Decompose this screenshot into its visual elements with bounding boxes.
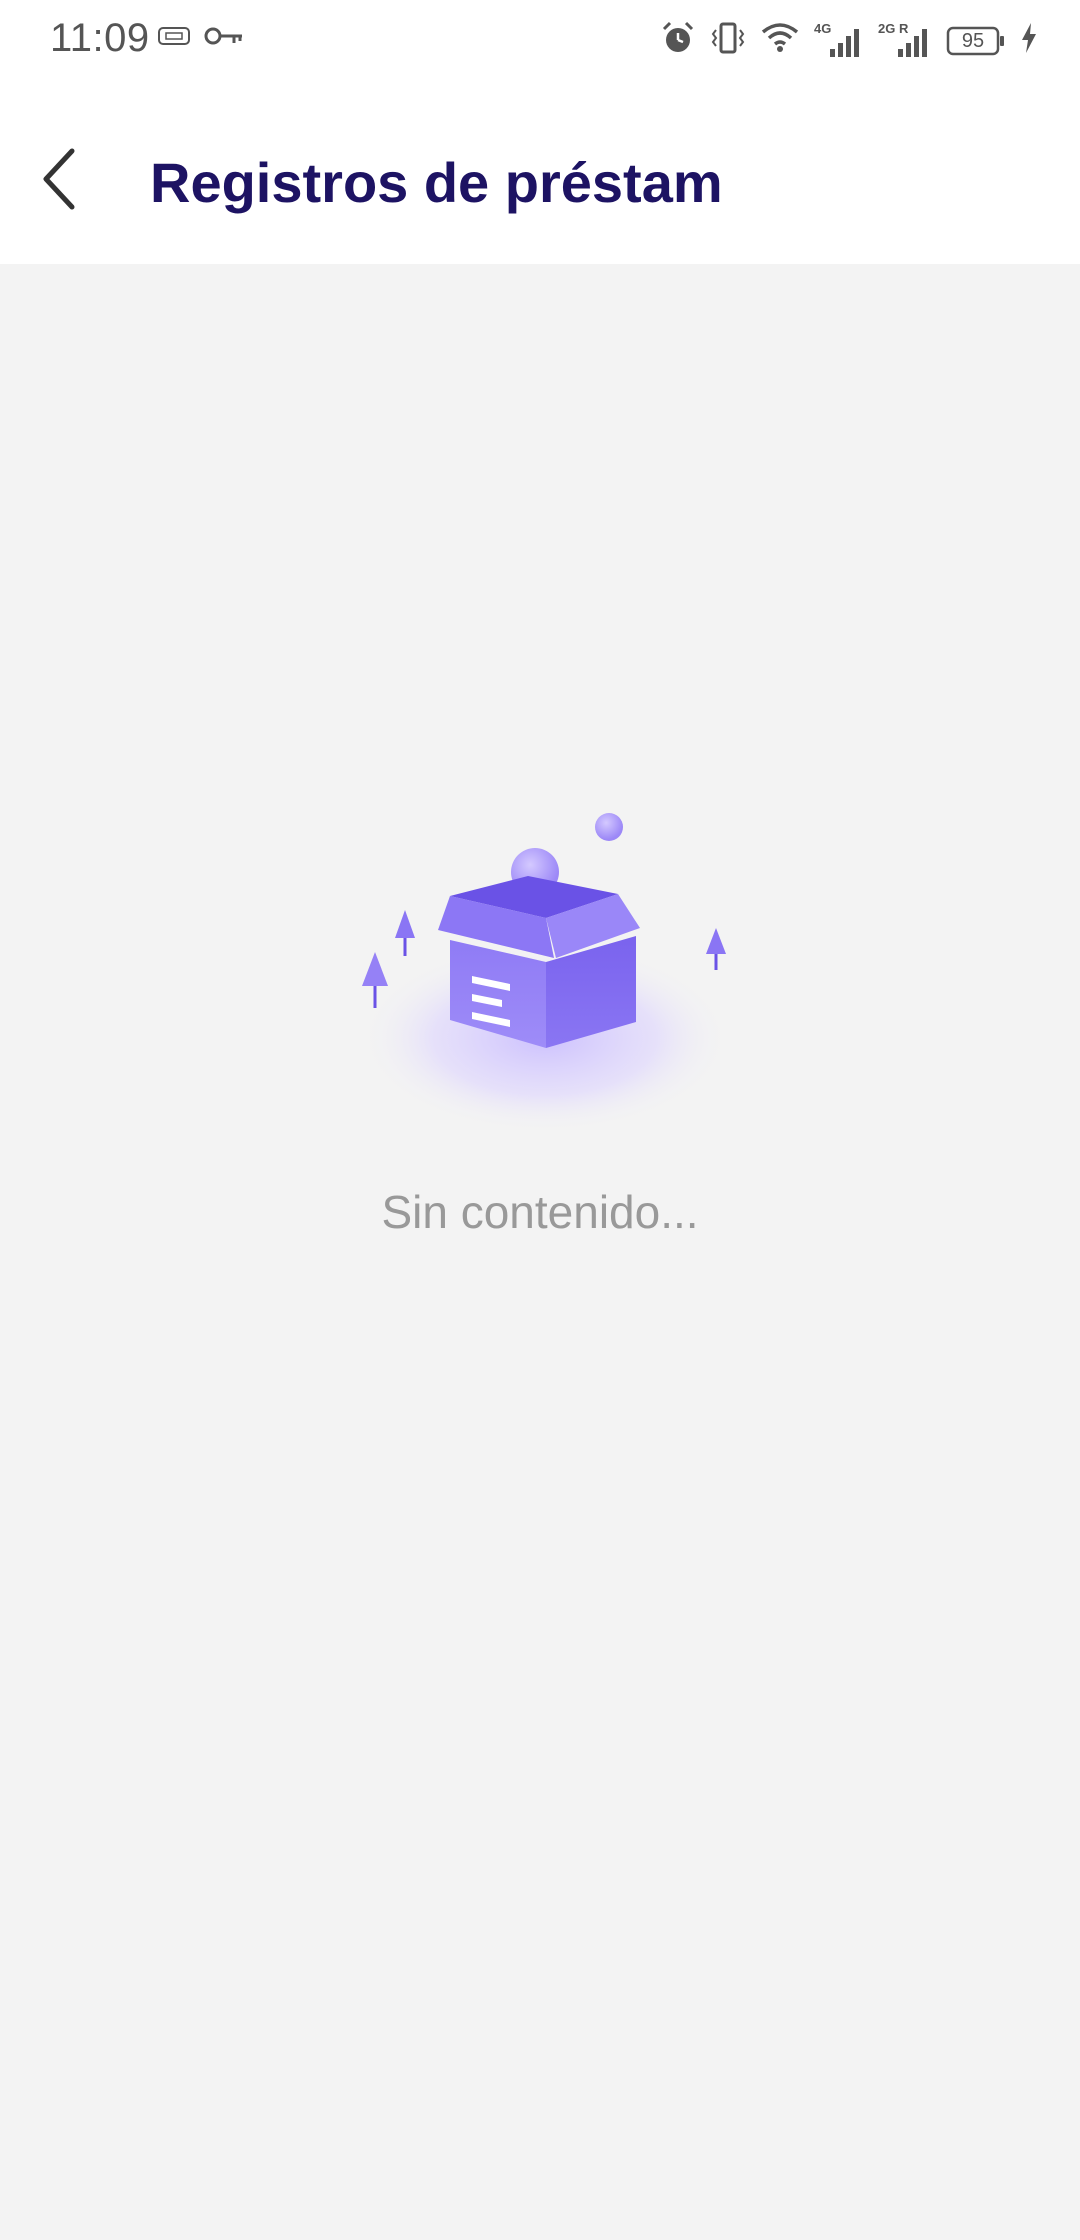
empty-box-illustration (350, 790, 740, 1133)
chevron-left-icon (40, 147, 80, 216)
vpn-key-icon (204, 26, 244, 51)
status-bar: 11:09 4G 2G R 95 (0, 0, 1080, 80)
app-header: Registros de préstam (0, 80, 1080, 264)
status-left-icons (158, 26, 244, 51)
signal-4g-icon: 4G (814, 21, 864, 59)
status-time: 11:09 (50, 16, 150, 60)
empty-state-message: Sin contenido... (381, 1186, 699, 1238)
content-area (0, 264, 1080, 2240)
battery-level: 95 (961, 29, 985, 52)
back-button[interactable] (28, 146, 92, 216)
sim-card-icon (158, 27, 190, 50)
page-title: Registros de préstam (150, 151, 723, 214)
charging-icon (1020, 22, 1038, 59)
signal-2g-icon: 2G R (878, 21, 932, 59)
battery-icon: 95 (946, 25, 1006, 57)
wifi-icon (760, 20, 800, 61)
small-ball-icon (595, 813, 623, 841)
alarm-icon (660, 20, 696, 61)
status-right-icons: 4G 2G R 95 (660, 20, 1038, 61)
vibrate-icon (710, 20, 746, 61)
